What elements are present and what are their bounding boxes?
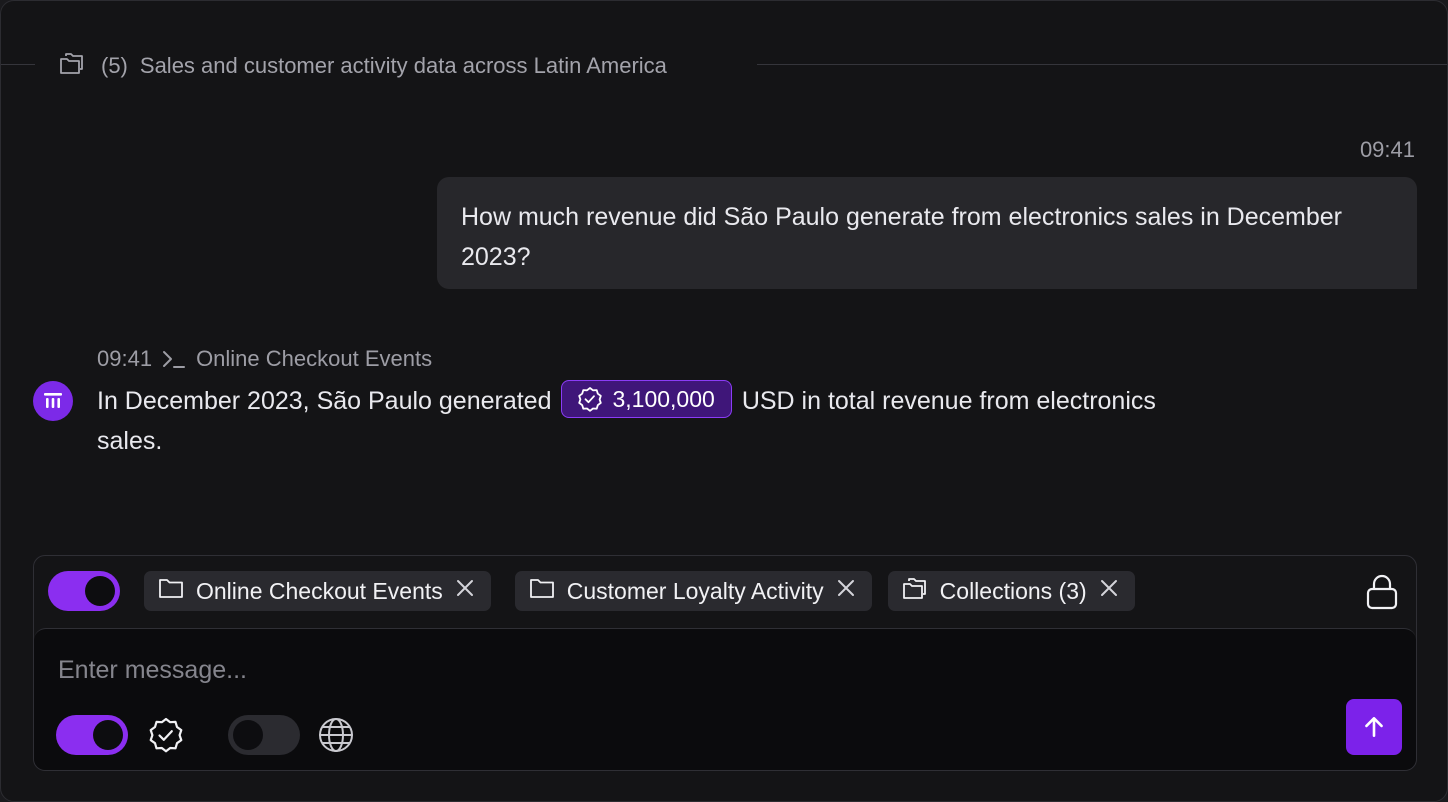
context-title: Sales and customer activity data across … xyxy=(139,53,667,78)
close-icon[interactable] xyxy=(834,576,858,606)
assistant-message-time: 09:41 xyxy=(97,346,153,371)
toggle-knob xyxy=(85,576,115,606)
assistant-avatar xyxy=(33,381,73,421)
folders-icon xyxy=(57,48,87,84)
answer-text-before: In December 2023, São Paulo generated xyxy=(97,387,552,415)
web-search-toggle[interactable] xyxy=(228,715,300,755)
chip-collections[interactable]: Collections (3) xyxy=(887,571,1135,611)
verified-value: 3,100,000 xyxy=(612,386,715,413)
verified-badge-icon xyxy=(578,387,603,413)
context-chips-row: Online Checkout Events Customer Loyalty … xyxy=(48,570,1135,612)
user-message-text: How much revenue did São Paulo generate … xyxy=(461,203,1343,271)
toggle-knob xyxy=(233,720,263,750)
folder-icon xyxy=(156,573,186,609)
chat-window: (5) Sales and customer activity data acr… xyxy=(0,0,1448,802)
message-input[interactable] xyxy=(56,649,1260,691)
close-icon[interactable] xyxy=(1097,576,1121,606)
folders-icon xyxy=(900,573,930,609)
arrow-up-icon xyxy=(1365,717,1383,737)
globe-icon xyxy=(316,715,356,755)
input-options xyxy=(56,715,356,755)
chip-label: Collections (3) xyxy=(939,577,1087,604)
toggle-knob xyxy=(93,720,123,750)
close-icon[interactable] xyxy=(453,576,477,606)
chip-customer-loyalty-activity[interactable]: Customer Loyalty Activity xyxy=(514,571,872,611)
chip-label: Customer Loyalty Activity xyxy=(566,577,824,604)
assistant-source[interactable]: Online Checkout Events xyxy=(196,346,432,372)
context-divider-right xyxy=(757,64,1447,65)
collections-toggle[interactable] xyxy=(48,571,120,611)
message-input-area xyxy=(34,628,1416,770)
assistant-meta: 09:41 Online Checkout Events xyxy=(97,343,432,375)
chip-label: Online Checkout Events xyxy=(196,577,443,604)
verified-value-badge[interactable]: 3,100,000 xyxy=(561,380,732,419)
verified-toggle[interactable] xyxy=(56,715,128,755)
folder-icon xyxy=(527,573,557,609)
context-header[interactable]: (5) Sales and customer activity data acr… xyxy=(57,49,667,83)
context-count: (5) xyxy=(101,53,128,78)
lock-icon[interactable] xyxy=(1362,570,1402,614)
context-divider-left xyxy=(1,64,35,65)
verified-badge-icon xyxy=(146,715,186,755)
user-message-bubble: How much revenue did São Paulo generate … xyxy=(437,177,1417,289)
send-button[interactable] xyxy=(1346,699,1402,755)
assistant-logo-icon xyxy=(44,393,62,408)
chip-online-checkout-events[interactable]: Online Checkout Events xyxy=(144,571,491,611)
terminal-icon xyxy=(152,345,196,373)
composer: Online Checkout Events Customer Loyalty … xyxy=(33,555,1417,771)
user-message-time: 09:41 xyxy=(1359,137,1415,162)
assistant-message-text: In December 2023, São Paulo generated 3,1… xyxy=(97,380,1177,461)
